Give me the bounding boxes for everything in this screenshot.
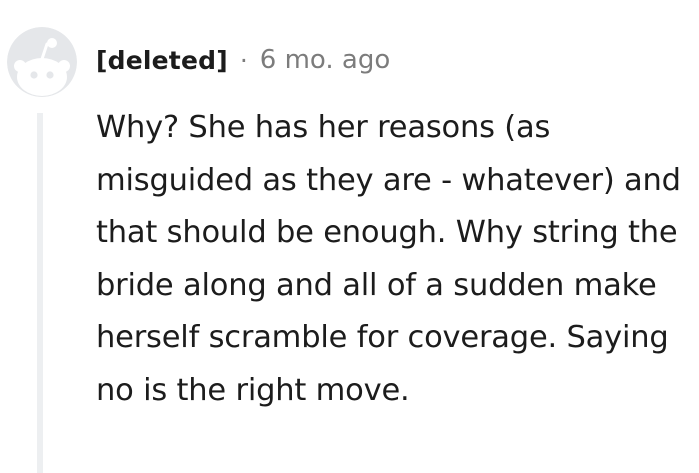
snoo-avatar-icon [7, 27, 77, 97]
meta-separator: · [239, 45, 248, 75]
comment-author[interactable]: [deleted] [96, 46, 228, 75]
comment-header: [deleted] · 6 mo. ago [96, 40, 390, 80]
user-avatar[interactable] [7, 27, 77, 97]
comment-timestamp[interactable]: 6 mo. ago [260, 45, 390, 75]
comment-body: Why? She has her reasons (as misguided a… [96, 110, 681, 408]
thread-collapse-line[interactable] [37, 113, 43, 473]
